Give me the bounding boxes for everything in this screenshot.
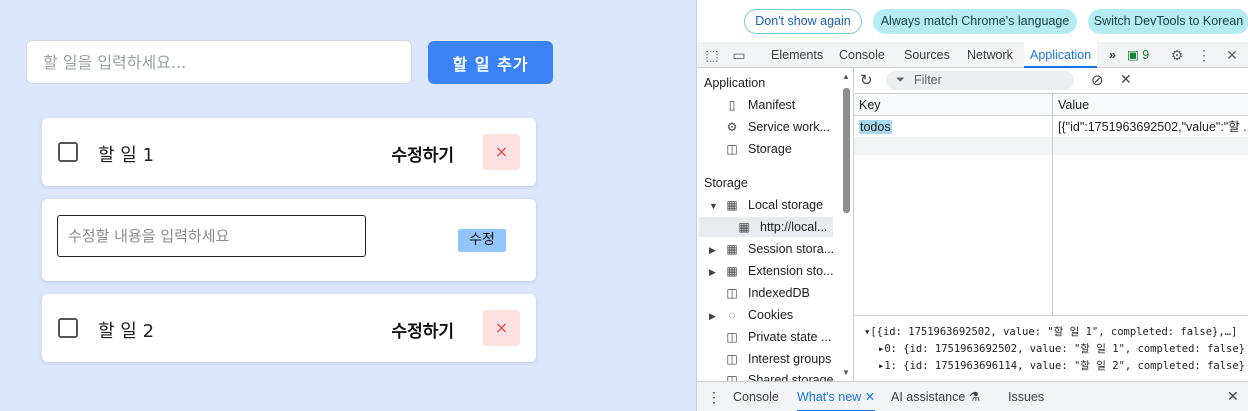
switch-language-button[interactable]: Switch DevTools to Korean: [1088, 9, 1248, 34]
table-row[interactable]: todos [{"id":1751963692502,"value":"할 ..…: [854, 117, 1248, 137]
filter-icon: ⏷: [896, 74, 905, 86]
sidebar-item-service-workers[interactable]: ⚙ Service work...: [724, 120, 830, 134]
tab-console[interactable]: Console: [839, 42, 885, 68]
column-header-value[interactable]: Value: [1053, 94, 1248, 116]
gears-icon: ⚙: [726, 120, 738, 134]
collapsed-triangle-icon[interactable]: ▶: [709, 245, 716, 256]
confirm-edit-button[interactable]: 수정: [458, 229, 506, 252]
todo-text: 할 일 1: [98, 145, 155, 166]
collapsed-triangle-icon[interactable]: ▶: [709, 311, 716, 322]
sidebar-item-extension-storage[interactable]: ▦ Extension sto...: [724, 264, 833, 278]
application-sidebar: Application ▯ Manifest ⚙ Service work... ◫…: [697, 68, 854, 381]
sidebar-item-manifest[interactable]: ▯ Manifest: [724, 98, 796, 112]
key-cell: todos: [859, 120, 892, 134]
column-header-key[interactable]: Key: [854, 94, 1052, 116]
table-row-empty: [854, 137, 1248, 155]
clear-all-icon[interactable]: ⊘: [1091, 71, 1104, 89]
database-icon: ◫: [726, 330, 738, 344]
match-language-button[interactable]: Always match Chrome's language: [873, 9, 1077, 34]
dont-show-again-button[interactable]: Don't show again: [744, 9, 862, 34]
table-icon: ▦: [726, 198, 738, 212]
tab-application[interactable]: Application: [1024, 42, 1098, 68]
file-icon: ▯: [728, 98, 736, 112]
sidebar-item-localhost[interactable]: ▦ http://local...: [699, 217, 833, 237]
drawer-tab-whats-new[interactable]: What's new ✕: [797, 382, 876, 411]
expanded-triangle-icon[interactable]: ▼: [709, 201, 718, 211]
edit-button[interactable]: 수정하기: [391, 141, 454, 166]
message-icon: ▣: [1127, 48, 1139, 62]
sidebar-item-storage[interactable]: ◫ Storage: [724, 142, 791, 156]
drawer-tab-ai-assistance[interactable]: AI assistance ⚗: [891, 382, 980, 411]
storage-heading: Storage: [704, 176, 748, 190]
issues-badge[interactable]: ▣ 9: [1127, 42, 1149, 68]
refresh-icon[interactable]: ↻: [860, 71, 873, 89]
todo-item: 할 일 1 수정하기 ×: [42, 118, 536, 186]
flask-icon: ⚗: [968, 390, 981, 404]
drawer-menu-icon[interactable]: ⋮: [707, 389, 721, 406]
storage-toolbar: ↻ ⏷ Filter ⊘ ✕: [854, 68, 1248, 94]
scroll-up-icon[interactable]: ▲: [842, 72, 850, 81]
todo-edit-item: 수정: [42, 199, 536, 281]
devtools-drawer: ⋮ Console What's new ✕ AI assistance ⚗ I…: [697, 381, 1248, 411]
filter-input[interactable]: ⏷ Filter: [886, 71, 1074, 90]
storage-table: Key Value todos [{"id":1751963692502,"va…: [854, 94, 1248, 316]
sidebar-item-interest-groups[interactable]: ◫ Interest groups: [724, 352, 831, 366]
devtools-panel: Don't show again Always match Chrome's l…: [696, 0, 1248, 411]
sidebar-item-session-storage[interactable]: ▦ Session stora...: [724, 242, 834, 256]
cookie-icon: ◌: [728, 308, 736, 322]
todo-checkbox[interactable]: [58, 318, 78, 338]
column-divider: [1052, 94, 1053, 316]
todo-checkbox[interactable]: [58, 142, 78, 162]
table-icon: ▦: [738, 220, 750, 234]
preview-line[interactable]: ▸1: {id: 1751963696114, value: "할 일 2", …: [878, 358, 1245, 373]
sidebar-item-cookies[interactable]: ◌ Cookies: [724, 308, 793, 322]
edit-todo-input[interactable]: [57, 215, 366, 257]
delete-selected-icon[interactable]: ✕: [1120, 71, 1132, 88]
delete-button[interactable]: ×: [483, 310, 520, 346]
close-tab-icon[interactable]: ✕: [865, 390, 875, 404]
database-icon: ◫: [726, 373, 738, 381]
scroll-down-icon[interactable]: ▼: [842, 368, 850, 377]
application-heading: Application: [704, 76, 766, 90]
delete-button[interactable]: ×: [483, 134, 520, 170]
issues-count: 9: [1142, 48, 1150, 62]
close-drawer-icon[interactable]: ✕: [1227, 388, 1239, 405]
todo-app: 할 일 추가 할 일 1 수정하기 × 수정 할 일 2 수정하기 ×: [0, 0, 696, 411]
sidebar-scrollbar[interactable]: [843, 88, 850, 213]
collapsed-triangle-icon[interactable]: ▶: [709, 267, 716, 278]
value-preview: ▾[{id: 1751963692502, value: "할 일 1", co…: [854, 318, 1248, 381]
todo-input[interactable]: [26, 40, 412, 84]
tab-network[interactable]: Network: [967, 42, 1013, 68]
storage-main: ↻ ⏷ Filter ⊘ ✕ Key Value todos [{"id":17…: [854, 68, 1248, 381]
devtools-tabbar: ⬚ ▭ Elements Console Sources Network App…: [697, 42, 1248, 68]
todo-text: 할 일 2: [98, 321, 155, 342]
database-icon: ◫: [726, 352, 738, 366]
drawer-tab-issues[interactable]: Issues: [1008, 382, 1044, 411]
edit-button[interactable]: 수정하기: [391, 317, 454, 342]
preview-line[interactable]: ▾[{id: 1751963692502, value: "할 일 1", co…: [864, 324, 1237, 339]
table-icon: ▦: [726, 242, 738, 256]
inspect-element-icon[interactable]: ⬚: [702, 45, 722, 65]
tab-sources[interactable]: Sources: [904, 42, 950, 68]
device-toolbar-icon[interactable]: ▭: [729, 45, 749, 65]
filter-placeholder: Filter: [914, 73, 942, 87]
sidebar-item-local-storage[interactable]: ▦ Local storage: [724, 198, 823, 212]
database-icon: ◫: [726, 286, 738, 300]
preview-line[interactable]: ▸0: {id: 1751963692502, value: "할 일 1", …: [878, 341, 1245, 356]
drawer-tab-console[interactable]: Console: [733, 382, 779, 411]
settings-gear-icon[interactable]: ⚙: [1167, 45, 1187, 65]
todo-item: 할 일 2 수정하기 ×: [42, 294, 536, 362]
table-icon: ▦: [726, 264, 738, 278]
close-devtools-icon[interactable]: ✕: [1222, 45, 1242, 65]
database-icon: ◫: [726, 142, 738, 156]
add-todo-button[interactable]: 할 일 추가: [428, 41, 553, 84]
tab-elements[interactable]: Elements: [771, 42, 823, 68]
language-infobar: Don't show again Always match Chrome's l…: [697, 0, 1248, 42]
more-tabs-button[interactable]: »: [1109, 42, 1116, 68]
sidebar-item-shared-storage[interactable]: ◫ Shared storage: [724, 373, 833, 381]
sidebar-item-indexeddb[interactable]: ◫ IndexedDB: [724, 286, 810, 300]
more-options-icon[interactable]: ⋮: [1194, 45, 1214, 65]
value-cell: [{"id":1751963692502,"value":"할 ...: [1058, 120, 1248, 134]
sidebar-item-private-state[interactable]: ◫ Private state ...: [724, 330, 831, 344]
